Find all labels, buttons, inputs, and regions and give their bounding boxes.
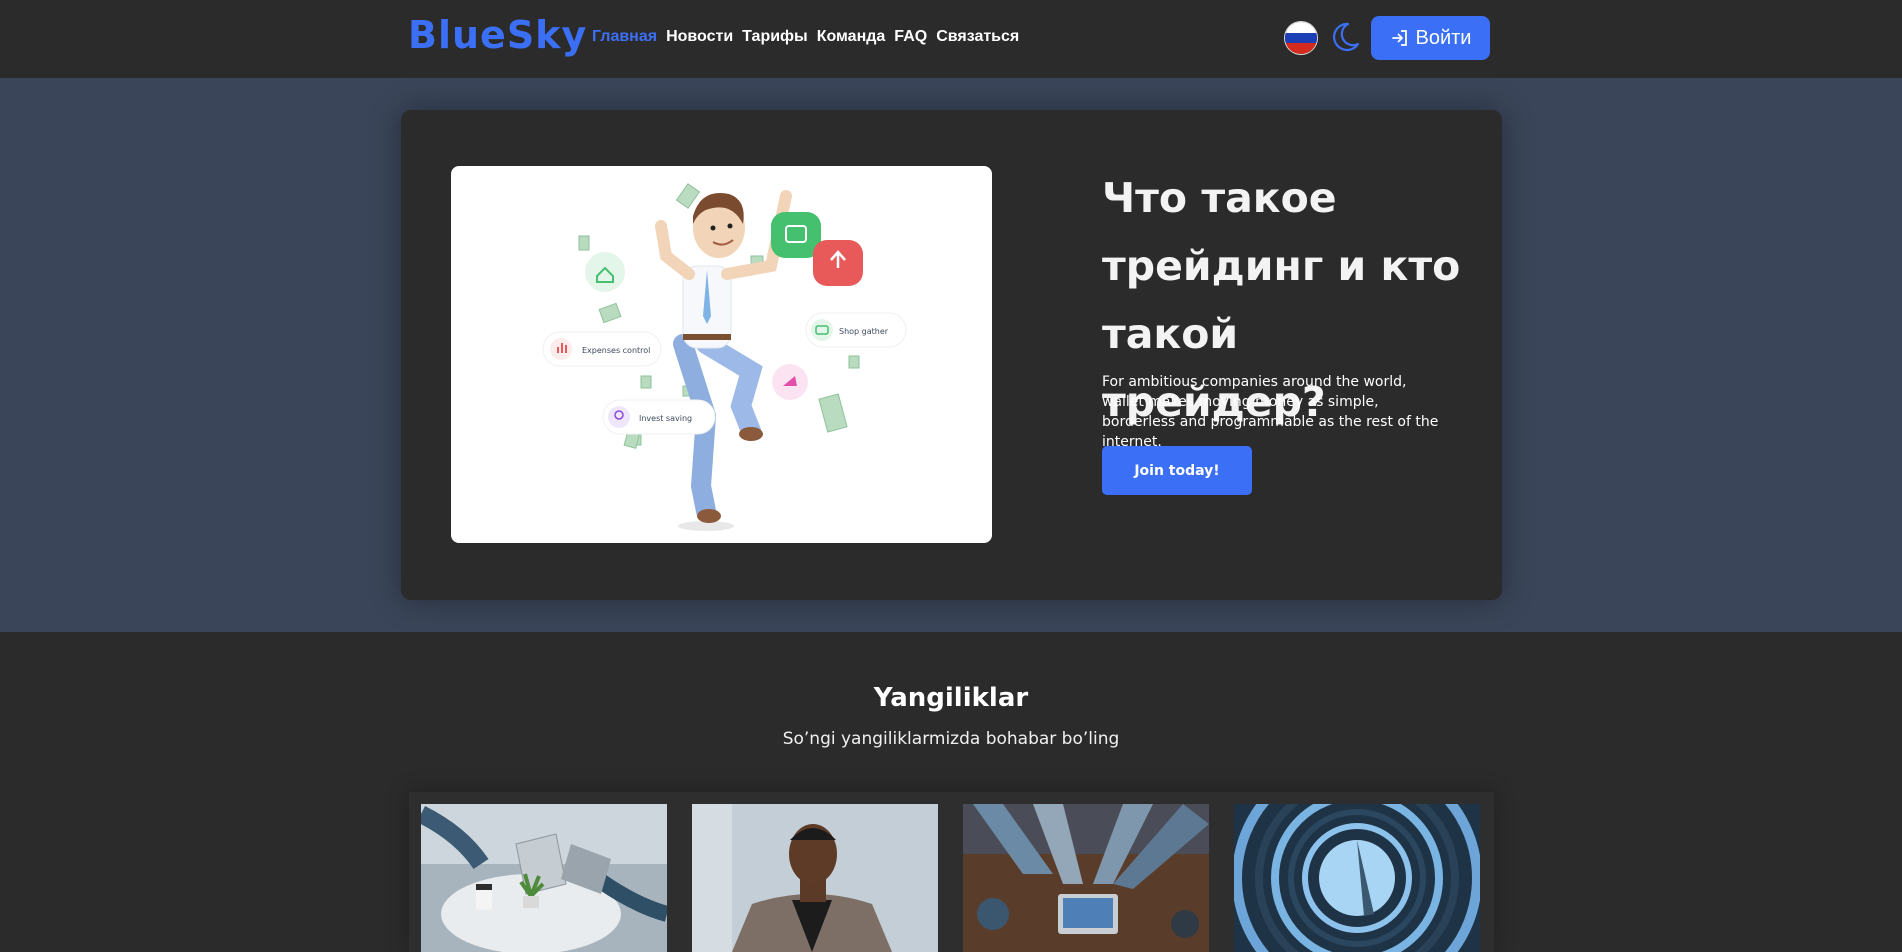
site-header: BlueSky Главная Новости Тарифы Команда F… bbox=[0, 0, 1902, 78]
moon-icon[interactable] bbox=[1328, 20, 1362, 54]
login-arrow-icon bbox=[1391, 30, 1407, 46]
news-card-building[interactable] bbox=[1234, 804, 1480, 952]
expenses-label: Expenses control bbox=[582, 346, 650, 355]
login-label: Войти bbox=[1415, 26, 1472, 49]
news-card-office[interactable] bbox=[421, 804, 667, 952]
shop-label: Shop gather bbox=[839, 327, 889, 336]
russia-flag-icon[interactable] bbox=[1285, 22, 1317, 54]
invest-label: Invest saving bbox=[639, 414, 692, 423]
main-nav: Главная Новости Тарифы Команда FAQ Связа… bbox=[592, 28, 1019, 46]
news-card-businessman[interactable] bbox=[692, 804, 938, 952]
nav-item-home[interactable]: Главная bbox=[592, 28, 657, 46]
hero-description: For ambitious companies around the world… bbox=[1102, 374, 1439, 450]
businessman-portrait-photo bbox=[692, 804, 938, 952]
news-card-team[interactable] bbox=[963, 804, 1209, 952]
nav-item-news[interactable]: Новости bbox=[666, 28, 733, 46]
nav-item-contact[interactable]: Связаться bbox=[936, 28, 1019, 46]
trader-illustration-image: Expenses control Shop gather Invest savi… bbox=[542, 183, 907, 531]
nav-item-faq[interactable]: FAQ bbox=[894, 28, 927, 46]
join-today-button[interactable]: Join today! bbox=[1102, 446, 1252, 495]
nav-item-tariffs[interactable]: Тарифы bbox=[742, 28, 808, 46]
bluesky-logo[interactable]: BlueSky bbox=[408, 13, 587, 57]
hero-illustration: Expenses control Shop gather Invest savi… bbox=[451, 166, 992, 543]
login-button[interactable]: Войти bbox=[1371, 16, 1490, 60]
nav-item-team[interactable]: Команда bbox=[817, 28, 886, 46]
spiral-building-photo bbox=[1234, 804, 1480, 952]
news-section-subtitle: So’ngi yangiliklarmizda bohabar bo’ling bbox=[782, 729, 1120, 749]
team-hands-laptop-photo bbox=[963, 804, 1209, 952]
office-laptops-photo bbox=[421, 804, 667, 952]
news-section-title: Yangiliklar bbox=[873, 683, 1029, 713]
